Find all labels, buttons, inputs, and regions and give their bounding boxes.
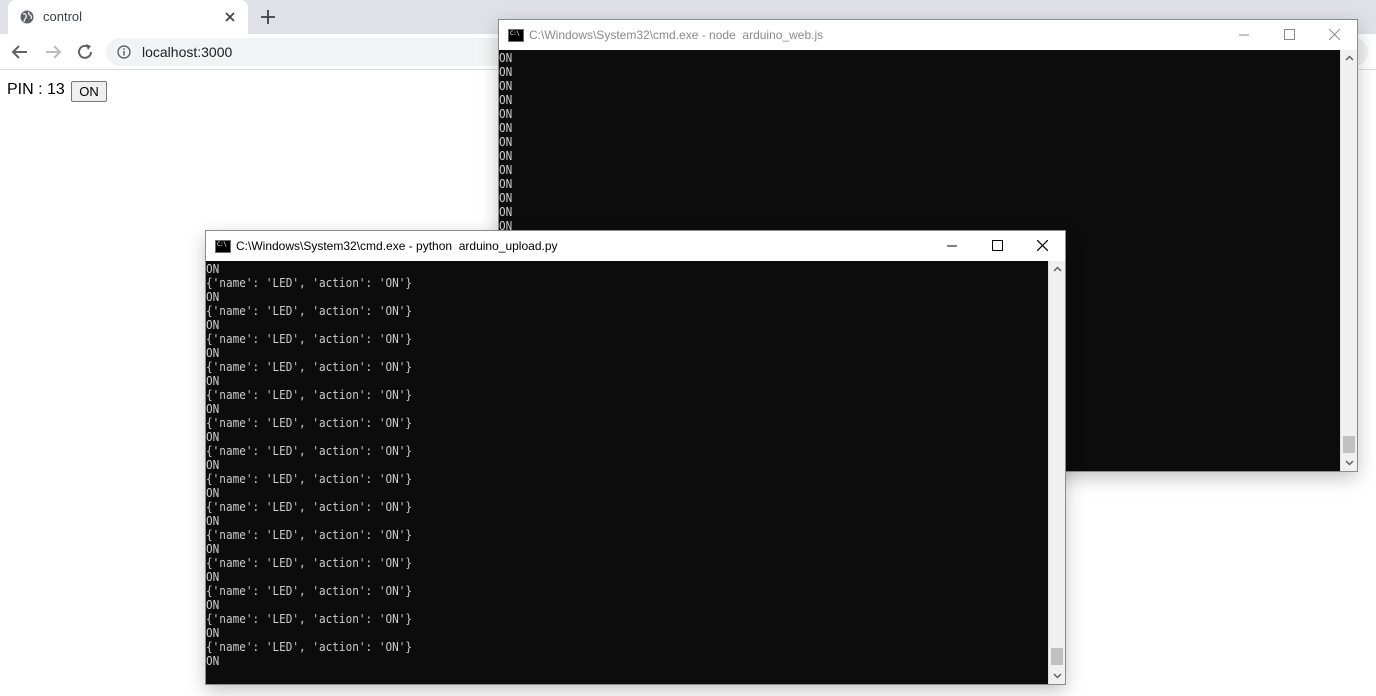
console-line: ON [206, 654, 220, 668]
console-line: ON [206, 542, 220, 556]
maximize-icon [1284, 29, 1295, 40]
console-line: ON [499, 149, 513, 163]
console-line: ON [206, 290, 220, 304]
console-line: ON [499, 163, 513, 177]
scroll-thumb[interactable] [1343, 436, 1355, 453]
console-line: ON [206, 570, 220, 584]
console-line: ON [206, 626, 220, 640]
close-button[interactable] [1020, 231, 1065, 261]
pin-toggle-button[interactable]: ON [71, 81, 107, 102]
window-title: C:\Windows\System32\cmd.exe - node ardui… [529, 28, 824, 42]
maximize-icon [992, 240, 1003, 251]
console-line: {'name': 'LED', 'action': 'ON'} [206, 556, 413, 570]
info-icon[interactable] [117, 45, 131, 59]
console-line: ON [206, 430, 220, 444]
console-line: ON [499, 135, 513, 149]
console-line: ON [206, 458, 220, 472]
console-line: {'name': 'LED', 'action': 'ON'} [206, 528, 413, 542]
console-line: ON [499, 177, 513, 191]
console-scrollbar[interactable] [1048, 261, 1065, 684]
console-line: {'name': 'LED', 'action': 'ON'} [206, 332, 413, 346]
console-line: {'name': 'LED', 'action': 'ON'} [206, 584, 413, 598]
window-titlebar[interactable]: C:\ C:\Windows\System32\cmd.exe - python… [206, 231, 1065, 261]
console-line: ON [206, 346, 220, 360]
console-line: ON [206, 486, 220, 500]
pin-label: PIN : 13 [7, 81, 65, 98]
console-line: ON [499, 93, 513, 107]
console-line: {'name': 'LED', 'action': 'ON'} [206, 360, 413, 374]
reload-icon[interactable] [75, 42, 95, 62]
console-line: {'name': 'LED', 'action': 'ON'} [206, 276, 413, 290]
chevron-down-icon[interactable] [1049, 667, 1066, 684]
close-icon [1329, 29, 1340, 40]
tab-title: control [43, 9, 83, 24]
chevron-up-icon[interactable] [1049, 261, 1066, 278]
close-icon [1037, 240, 1048, 251]
console-window-python[interactable]: C:\ C:\Windows\System32\cmd.exe - python… [206, 231, 1065, 684]
minimize-icon [1239, 34, 1249, 36]
console-line: {'name': 'LED', 'action': 'ON'} [206, 304, 413, 318]
cmd-icon: C:\ [215, 240, 231, 253]
console-line: ON [206, 514, 220, 528]
console-line: ON [499, 65, 513, 79]
close-icon[interactable] [222, 9, 238, 25]
chevron-down-icon[interactable] [1341, 454, 1358, 471]
window-title: C:\Windows\System32\cmd.exe - python ard… [236, 239, 558, 253]
console-line: {'name': 'LED', 'action': 'ON'} [206, 472, 413, 486]
console-line: ON [206, 598, 220, 612]
cmd-icon: C:\ [508, 29, 524, 42]
console-line: ON [206, 318, 220, 332]
minimize-icon [947, 245, 957, 247]
console-output: ON {'name': 'LED', 'action': 'ON'} ON {'nam… [206, 262, 1048, 684]
console-line: ON [499, 107, 513, 121]
console-scrollbar[interactable] [1340, 50, 1357, 471]
console-line: {'name': 'LED', 'action': 'ON'} [206, 640, 413, 654]
minimize-button[interactable] [930, 231, 975, 261]
console-line: ON [499, 121, 513, 135]
console-line: {'name': 'LED', 'action': 'ON'} [206, 500, 413, 514]
minimize-button[interactable] [1222, 20, 1267, 50]
console-line: {'name': 'LED', 'action': 'ON'} [206, 612, 413, 626]
maximize-button[interactable] [975, 231, 1020, 261]
close-button[interactable] [1312, 20, 1357, 50]
arrow-left-icon[interactable] [10, 42, 30, 62]
browser-tab[interactable]: control [8, 0, 248, 34]
console-line: ON [499, 51, 513, 65]
console-line: {'name': 'LED', 'action': 'ON'} [206, 444, 413, 458]
plus-icon[interactable] [259, 8, 277, 26]
console-line: ON [499, 191, 513, 205]
console-line: ON [499, 79, 513, 93]
console-line: ON [499, 205, 513, 219]
chevron-up-icon[interactable] [1341, 50, 1358, 67]
arrow-right-icon[interactable] [43, 42, 63, 62]
url-text: localhost:3000 [142, 44, 233, 60]
console-line: ON [206, 374, 220, 388]
console-line: ON [206, 402, 220, 416]
maximize-button[interactable] [1267, 20, 1312, 50]
globe-icon [20, 10, 34, 24]
console-line: ON [206, 262, 220, 276]
console-line: {'name': 'LED', 'action': 'ON'} [206, 388, 413, 402]
scroll-thumb[interactable] [1051, 648, 1063, 665]
console-line: {'name': 'LED', 'action': 'ON'} [206, 416, 413, 430]
window-titlebar[interactable]: C:\ C:\Windows\System32\cmd.exe - node a… [499, 20, 1357, 50]
